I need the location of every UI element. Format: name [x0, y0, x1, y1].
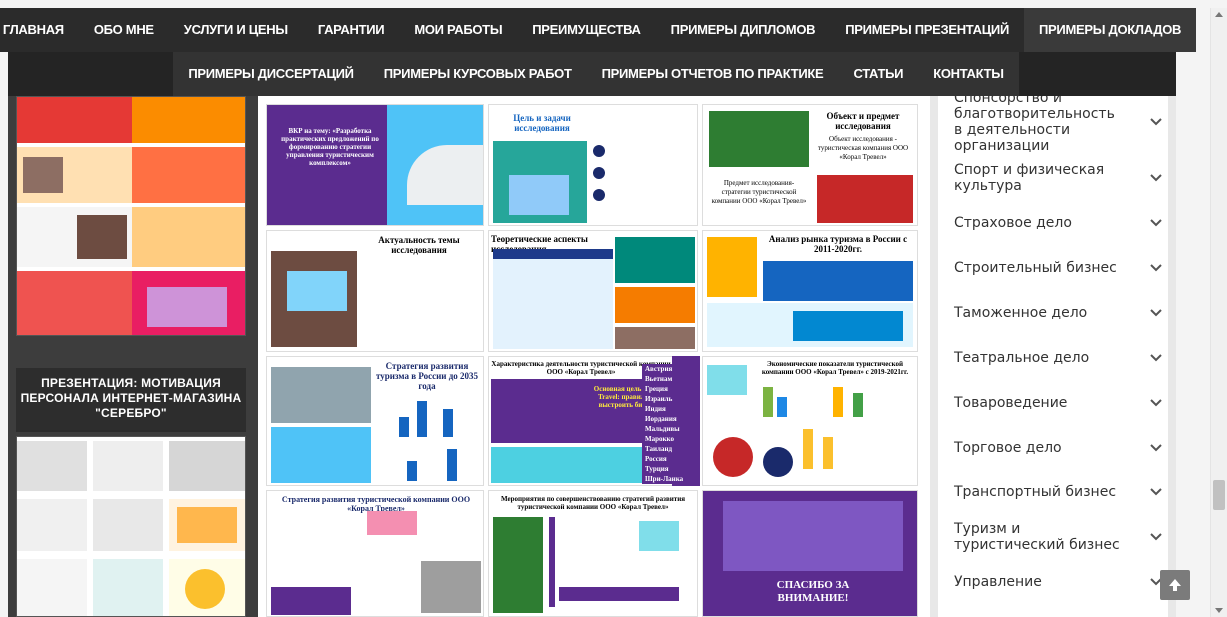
- slide-economic-indicators[interactable]: Экономические показатели туристической к…: [702, 356, 918, 486]
- promo-presentation-title[interactable]: ПРЕЗЕНТАЦИЯ: МОТИВАЦИЯ ПЕРСОНАЛА ИНТЕРНЕ…: [16, 368, 246, 432]
- slides-gallery: ВКР на тему: «Разработка практических пр…: [258, 96, 930, 617]
- page: ГЛАВНАЯ ОБО МНЕ УСЛУГИ И ЦЕНЫ ГАРАНТИИ М…: [0, 0, 1227, 617]
- slide-measures-title: Мероприятия по совершенствованию стратег…: [500, 495, 686, 511]
- menu-item-label: Театральное дело: [954, 350, 1090, 366]
- country-item: Греция: [642, 384, 698, 394]
- nav-row-2: ПРИМЕРЫ ДИССЕРТАЦИЙ ПРИМЕРЫ КУРСОВЫХ РАБ…: [8, 52, 1176, 96]
- chevron-down-icon[interactable]: [1148, 260, 1164, 276]
- nav-item-report-examples[interactable]: ПРИМЕРЫ ДОКЛАДОВ: [1024, 8, 1197, 52]
- nav-item-about[interactable]: ОБО МНЕ: [78, 8, 169, 52]
- menu-item-label: Спорт и физическая культура: [954, 162, 1105, 194]
- chevron-down-icon[interactable]: [1148, 350, 1164, 366]
- country-item: Индия: [642, 404, 698, 414]
- slide-object-title: Объект и предмет исследования: [826, 111, 900, 131]
- slide-object-subject[interactable]: Объект и предмет исследования Объект исс…: [702, 104, 918, 226]
- chevron-down-icon[interactable]: [1148, 305, 1164, 321]
- menu-item-label: Страховое дело: [954, 215, 1072, 231]
- menu-item-tourism[interactable]: Туризм и туристический бизнес: [954, 521, 1164, 553]
- country-item: Мальдивы: [642, 424, 698, 434]
- top-navigation: ГЛАВНАЯ ОБО МНЕ УСЛУГИ И ЦЕНЫ ГАРАНТИИ М…: [0, 8, 1197, 96]
- menu-item-label: Спонсорство и благотворительность в деят…: [954, 90, 1115, 154]
- country-item: Марокко: [642, 434, 698, 444]
- menu-item-customs[interactable]: Таможенное дело: [954, 305, 1164, 321]
- slide-market-title: Анализ рынка туризма в России с 2011-202…: [768, 234, 908, 254]
- slide-thank-you[interactable]: СПАСИБО ЗА ВНИМАНИЕ!: [702, 490, 918, 617]
- nav-item-home[interactable]: ГЛАВНАЯ: [0, 8, 79, 52]
- scroll-down-arrow[interactable]: [1215, 608, 1223, 613]
- slide-tourism-strategy-2035[interactable]: Стратегия развития туризма в России до 2…: [266, 356, 484, 486]
- menu-item-insurance[interactable]: Страховое дело: [954, 215, 1164, 231]
- page-scrollbar[interactable]: [1210, 8, 1227, 617]
- nav-item-my-works[interactable]: МОИ РАБОТЫ: [399, 8, 518, 52]
- country-item: Турция: [642, 464, 698, 474]
- menu-item-construction[interactable]: Строительный бизнес: [954, 260, 1164, 276]
- nav-item-practice-report-examples[interactable]: ПРИМЕРЫ ОТЧЕТОВ ПО ПРАКТИКЕ: [586, 52, 839, 96]
- nav-row-1: ГЛАВНАЯ ОБО МНЕ УСЛУГИ И ЦЕНЫ ГАРАНТИИ М…: [0, 8, 1197, 52]
- country-item: Израиль: [642, 394, 698, 404]
- slide-title-text: ВКР на тему: «Разработка практических пр…: [281, 127, 379, 167]
- nav-item-diploma-examples[interactable]: ПРИМЕРЫ ДИПЛОМОВ: [655, 8, 831, 52]
- menu-item-transport[interactable]: Транспортный бизнес: [954, 484, 1164, 500]
- slide-title[interactable]: ВКР на тему: «Разработка практических пр…: [266, 104, 484, 226]
- presentation-thumbnail-lower[interactable]: [16, 436, 246, 617]
- country-item: Иордания: [642, 414, 698, 424]
- menu-item-trade[interactable]: Торговое дело: [954, 440, 1164, 456]
- scrollbar-thumb[interactable]: [1213, 480, 1225, 510]
- chevron-down-icon[interactable]: [1148, 215, 1164, 231]
- nav-item-contacts[interactable]: КОНТАКТЫ: [918, 52, 1019, 96]
- chevron-down-icon[interactable]: [1148, 395, 1164, 411]
- chevron-down-icon[interactable]: [1148, 440, 1164, 456]
- menu-item-theatre[interactable]: Театральное дело: [954, 350, 1164, 366]
- slide-subject-text: Предмет исследования- стратегии туристич…: [711, 179, 807, 205]
- chevron-down-icon[interactable]: [1148, 114, 1164, 130]
- menu-item-label: Управление: [954, 574, 1042, 590]
- slide-economic-title: Экономические показатели туристической к…: [761, 360, 909, 376]
- country-item: Россия: [642, 454, 698, 464]
- menu-item-label: Торговое дело: [954, 440, 1062, 456]
- nav-item-dissertation-examples[interactable]: ПРИМЕРЫ ДИССЕРТАЦИЙ: [173, 52, 369, 96]
- nav-item-services[interactable]: УСЛУГИ И ЦЕНЫ: [168, 8, 303, 52]
- menu-item-label: Строительный бизнес: [954, 260, 1117, 276]
- chevron-down-icon[interactable]: [1148, 529, 1164, 545]
- scroll-to-top-button[interactable]: [1160, 570, 1190, 600]
- chevron-down-icon[interactable]: [1148, 170, 1164, 186]
- slide-company-strategy[interactable]: Стратегия развития туристической компани…: [266, 490, 484, 617]
- country-item: Австрия: [642, 364, 698, 374]
- country-item: Таиланд: [642, 444, 698, 454]
- left-sidebar: ПРЕЗЕНТАЦИЯ: МОТИВАЦИЯ ПЕРСОНАЛА ИНТЕРНЕ…: [8, 96, 258, 617]
- slide-goals-title: Цель и задачи исследования: [513, 113, 571, 133]
- slide-market-analysis[interactable]: Анализ рынка туризма в России с 2011-202…: [702, 230, 918, 352]
- menu-item-label: Транспортный бизнес: [954, 484, 1117, 500]
- menu-item-label: Таможенное дело: [954, 305, 1088, 321]
- slide-theory[interactable]: Теоретические аспекты исследования: [488, 230, 698, 352]
- slide-thank-you-text: СПАСИБО ЗА ВНИМАНИЕ!: [776, 579, 850, 604]
- chevron-down-icon[interactable]: [1148, 484, 1164, 500]
- menu-item-sponsorship[interactable]: Спонсорство и благотворительность в деят…: [954, 90, 1164, 154]
- nav-item-coursework-examples[interactable]: ПРИМЕРЫ КУРСОВЫХ РАБОТ: [368, 52, 587, 96]
- slide-improvement-measures[interactable]: Мероприятия по совершенствованию стратег…: [488, 490, 698, 617]
- right-sidebar: Спонсорство и благотворительность в деят…: [930, 90, 1176, 617]
- slide-object-text: Объект исследования - туристическая комп…: [817, 135, 909, 161]
- countries-list: Австрия Вьетнам Греция Израиль Индия Иордания…: [642, 364, 698, 484]
- presentation-thumbnail-upper[interactable]: [16, 96, 246, 336]
- menu-item-commodity-science[interactable]: Товароведение: [954, 395, 1164, 411]
- slide-relevance-title: Актуальность темы исследования: [378, 235, 460, 255]
- nav-item-guarantees[interactable]: ГАРАНТИИ: [302, 8, 400, 52]
- slide-goals[interactable]: Цель и задачи исследования: [488, 104, 698, 226]
- nav-item-advantages[interactable]: ПРЕИМУЩЕСТВА: [517, 8, 656, 52]
- category-menu: Спонсорство и благотворительность в деят…: [938, 90, 1168, 617]
- slide-relevance[interactable]: Актуальность темы исследования: [266, 230, 484, 352]
- country-item: Вьетнам: [642, 374, 698, 384]
- slide-strategy-2035-title: Стратегия развития туризма в России до 2…: [375, 361, 479, 391]
- menu-item-sport[interactable]: Спорт и физическая культура: [954, 162, 1164, 194]
- menu-item-management[interactable]: Управление: [954, 574, 1164, 590]
- menu-item-label: Товароведение: [954, 395, 1068, 411]
- scroll-up-arrow[interactable]: [1215, 12, 1223, 17]
- nav-item-presentation-examples[interactable]: ПРИМЕРЫ ПРЕЗЕНТАЦИЙ: [830, 8, 1025, 52]
- menu-item-label: Туризм и туристический бизнес: [954, 521, 1120, 553]
- nav-item-articles[interactable]: СТАТЬИ: [838, 52, 919, 96]
- arrow-up-icon: [1169, 579, 1181, 591]
- country-item: Шри-Ланка: [642, 474, 698, 484]
